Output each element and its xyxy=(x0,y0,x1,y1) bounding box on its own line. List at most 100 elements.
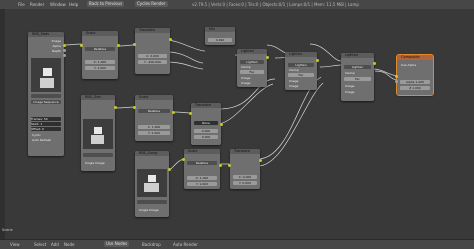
image-node-2[interactable]: RBS_Gen Single Image xyxy=(81,95,117,171)
translate-node-2[interactable]: Translate None 0.000 0.000 xyxy=(189,103,223,145)
socket-image-out[interactable] xyxy=(373,62,376,65)
socket-image-out[interactable] xyxy=(117,44,120,47)
menu-add[interactable]: Add xyxy=(51,242,59,247)
auto-render-toggle[interactable]: Auto Render xyxy=(173,242,198,247)
clamp-checkbox[interactable]: Clamp xyxy=(345,71,355,75)
menu-render[interactable]: Render xyxy=(30,2,44,7)
mix-value-field[interactable]: 0.490 xyxy=(208,38,232,42)
node-header: RBS_Gen xyxy=(81,95,115,100)
scale-mode-select[interactable]: Relative xyxy=(85,47,115,51)
translate-node-1[interactable]: Translate X: 0.000 Y: -400.000 xyxy=(133,28,172,74)
node-editor-canvas[interactable]: RBS_Mats Image Alpha Depth Image Sequenc… xyxy=(5,9,474,239)
socket-image-out[interactable] xyxy=(259,159,262,162)
image-datablock-select[interactable] xyxy=(83,153,113,157)
scale-node-3[interactable]: Scale Relative X: 1.000 Y: 1.000 xyxy=(182,149,222,189)
socket-image-out[interactable] xyxy=(172,111,175,114)
scale-node-1[interactable]: Scale Relative X: 1.000 Y: 1.000 xyxy=(80,31,120,79)
menu-node[interactable]: Node xyxy=(64,242,74,247)
source-select[interactable]: Image Sequence xyxy=(31,100,61,104)
node-header: Scale xyxy=(184,149,220,154)
frames-field[interactable]: Frames: 54 xyxy=(31,117,61,121)
menu-window[interactable]: Window xyxy=(50,2,66,7)
alpha-field[interactable]: Alpha 1.000 xyxy=(400,80,430,84)
menu-file[interactable]: File xyxy=(18,2,25,7)
image-node-sequence[interactable]: RBS_Mats Image Alpha Depth Image Sequenc… xyxy=(28,32,66,156)
socket-image-in[interactable] xyxy=(80,44,83,47)
fac-field[interactable]: Fac xyxy=(344,77,371,81)
socket-image-out[interactable] xyxy=(114,106,117,109)
socket-image-out[interactable] xyxy=(63,44,66,47)
socket-alpha-in[interactable] xyxy=(395,80,398,83)
scale-y-field[interactable]: Y: 1.000 xyxy=(85,66,115,70)
socket-image-out[interactable] xyxy=(168,168,171,171)
socket-image-out[interactable] xyxy=(316,59,319,62)
scale-x-field[interactable]: X: 1.000 xyxy=(187,176,217,180)
alpha-over-node-1[interactable]: Lighten Lighten Clamp Fac Image Image xyxy=(237,49,269,87)
mix-node[interactable]: Mix 0.490 xyxy=(205,27,235,45)
image-preview xyxy=(31,58,61,92)
scale-mode-select[interactable]: Relative xyxy=(138,109,170,113)
blend-mode-select[interactable]: Lighten xyxy=(240,60,264,64)
menu-help[interactable]: Help xyxy=(69,2,78,7)
menu-view[interactable]: View xyxy=(10,242,20,247)
socket-image-out[interactable] xyxy=(220,123,223,126)
scale-x-field[interactable]: X: 1.000 xyxy=(138,125,170,129)
translate-x-field[interactable]: X: 0.000 xyxy=(138,54,167,58)
translate-node-3[interactable]: Translate X: 0.000 Y: 0.000 xyxy=(228,149,262,189)
render-engine-select[interactable]: Cycles Render xyxy=(135,1,168,7)
source-select[interactable]: Single Image xyxy=(85,161,105,165)
scale-mode-select[interactable]: Relative xyxy=(187,161,217,165)
socket-image-in[interactable] xyxy=(133,43,136,46)
translate-x-field[interactable]: X: 0.000 xyxy=(233,175,257,179)
scale-y-field[interactable]: Y: 1.000 xyxy=(187,182,217,186)
offset-field[interactable]: Offset: 0 xyxy=(31,127,61,131)
socket-image-in[interactable] xyxy=(189,112,192,115)
translate-y-field[interactable]: Y: -400.000 xyxy=(138,60,167,64)
scene-stats: v2.79.5 | Verts:0 | Faces:0 | Tris:0 | O… xyxy=(192,2,359,7)
scale-y-field[interactable]: Y: 1.000 xyxy=(138,131,170,135)
image-input-label: Image xyxy=(345,90,355,94)
image-input-label: Image xyxy=(241,81,251,85)
translate-x-field[interactable]: 0.000 xyxy=(194,129,218,133)
fac-field[interactable]: Fac xyxy=(240,70,264,74)
scale-x-field[interactable]: X: 1.000 xyxy=(85,60,115,64)
socket-image-out[interactable] xyxy=(169,38,172,41)
socket-image-in[interactable] xyxy=(133,106,136,109)
socket-image-out[interactable] xyxy=(219,164,222,167)
alpha-over-node-2[interactable]: Lighten Lighten Clamp Fac Image Image xyxy=(285,52,319,90)
blend-mode-select[interactable]: Lighten xyxy=(288,63,314,67)
socket-image-in[interactable] xyxy=(182,158,185,161)
node-header: Translate xyxy=(230,149,260,154)
menu-select[interactable]: Select xyxy=(34,242,46,247)
clamp-checkbox[interactable]: Clamp xyxy=(289,68,299,72)
fac-field[interactable]: Fac xyxy=(288,73,314,77)
cyclic-checkbox[interactable]: Cyclic xyxy=(32,133,41,137)
socket-alpha-out[interactable] xyxy=(63,49,66,52)
translate-y-field[interactable]: 0.000 xyxy=(194,135,218,139)
start-field[interactable]: Start: 1 xyxy=(31,122,61,126)
composite-node[interactable]: Composite Use Alpha Alpha 1.000 Z 1.000 xyxy=(395,54,434,96)
alpha-over-node-3[interactable]: Lighten Lighten Clamp Fac Image Image xyxy=(341,53,376,101)
image-datablock-select[interactable] xyxy=(31,94,61,98)
backdrop-toggle[interactable]: Backdrop xyxy=(142,242,161,247)
translate-y-field[interactable]: Y: 0.000 xyxy=(233,181,257,185)
socket-image-in[interactable] xyxy=(395,75,398,78)
image-input-label: Image xyxy=(241,76,251,80)
wrap-select[interactable]: None xyxy=(194,121,218,125)
image-node-3[interactable]: RBS_Gang Single Image xyxy=(135,151,171,217)
image-input-label: Image xyxy=(289,84,299,88)
source-select[interactable]: Single Image xyxy=(139,208,159,212)
socket-image-out[interactable] xyxy=(266,56,269,59)
clamp-checkbox[interactable]: Clamp xyxy=(241,65,251,69)
node-header: Lighten xyxy=(341,53,374,58)
use-alpha-checkbox[interactable]: Use Alpha xyxy=(401,63,416,67)
socket-depth-out[interactable] xyxy=(63,54,66,57)
blend-mode-select[interactable]: Lighten xyxy=(344,65,371,69)
use-nodes-toggle[interactable]: Use Nodes xyxy=(104,241,130,247)
auto-refresh-checkbox[interactable]: Auto Refresh xyxy=(32,138,51,142)
socket-image-in[interactable] xyxy=(228,164,231,167)
back-to-previous-button[interactable]: Back to Previous xyxy=(87,1,125,7)
scale-node-2[interactable]: Scale Relative X: 1.000 Y: 1.000 xyxy=(133,95,175,141)
z-field[interactable]: Z 1.000 xyxy=(400,86,430,90)
image-datablock-select[interactable] xyxy=(137,200,167,204)
